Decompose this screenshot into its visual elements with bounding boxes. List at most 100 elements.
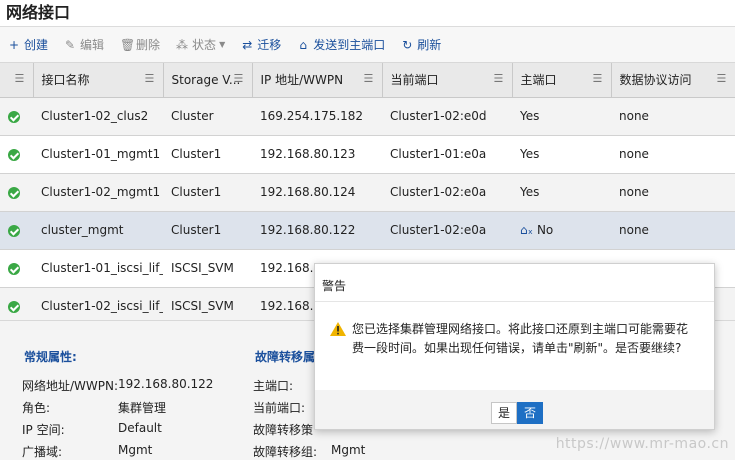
- dialog-body: 您已选择集群管理网络接口。将此接口还原到主端口可能需要花费一段时间。如果出现任何…: [315, 302, 714, 390]
- page-title: 网络接口: [6, 3, 71, 22]
- cell-svm: ISCSI_SVM: [163, 249, 252, 288]
- cell-home: Yes: [512, 97, 611, 136]
- filter-icon[interactable]: ☰: [145, 73, 157, 85]
- refresh-icon: ↻: [402, 37, 413, 52]
- table-row[interactable]: Cluster1-01_mgmt1 Cluster1 192.168.80.12…: [0, 135, 735, 174]
- warning-icon: [330, 322, 346, 336]
- refresh-button[interactable]: ↻ 刷新: [401, 36, 441, 53]
- cell-svm: Cluster1: [163, 135, 252, 174]
- refresh-label: 刷新: [417, 38, 442, 52]
- column-header-status[interactable]: ☰: [0, 63, 34, 98]
- dialog-footer: 是 否: [315, 390, 714, 429]
- status-dropdown[interactable]: ⁂ 状态 ▼: [176, 36, 225, 53]
- cell-port: Cluster1-02:e0a: [382, 173, 512, 212]
- filter-icon[interactable]: ☰: [364, 73, 376, 85]
- toolbar: + 创建 ✎ 编辑 🗑 删除 ⁂ 状态 ▼ ⇄ 迁移 ⌂ 发送到主端口 ↻ 刷新: [0, 27, 735, 63]
- status-ok-icon: [8, 300, 20, 313]
- filter-icon[interactable]: ☰: [234, 73, 246, 85]
- dialog-message: 您已选择集群管理网络接口。将此接口还原到主端口可能需要花费一段时间。如果出现任何…: [352, 322, 689, 355]
- create-button[interactable]: + 创建: [8, 36, 48, 53]
- ipspace-label: IP 空间:: [22, 423, 65, 437]
- table-row-selected[interactable]: cluster_mgmt Cluster1 192.168.80.122 Clu…: [0, 211, 735, 250]
- table-row[interactable]: Cluster1-02_mgmt1 Cluster1 192.168.80.12…: [0, 173, 735, 212]
- failover-policy-label: 故障转移策: [253, 423, 314, 437]
- cell-name: Cluster1-02_clus2: [33, 97, 163, 136]
- edit-button[interactable]: ✎ 编辑: [64, 36, 104, 53]
- broadcast-domain-value: Mgmt: [118, 443, 153, 457]
- migrate-icon: ⇄: [242, 37, 253, 52]
- create-label: 创建: [24, 38, 49, 52]
- delete-label: 删除: [136, 38, 161, 52]
- column-header-svm[interactable]: Storage V... ☰: [163, 63, 253, 98]
- ip-address-value: 192.168.80.122: [118, 377, 214, 391]
- send-home-button[interactable]: ⌂ 发送到主端口: [297, 36, 385, 53]
- ipspace-value: Default: [118, 421, 162, 435]
- table-row[interactable]: Cluster1-02_clus2 Cluster 169.254.175.18…: [0, 97, 735, 136]
- column-header-home-port[interactable]: 主端口 ☰: [512, 63, 612, 98]
- filter-icon[interactable]: ☰: [717, 73, 729, 85]
- general-properties-title: 常规属性:: [24, 350, 77, 364]
- cell-svm: Cluster: [163, 97, 252, 136]
- table-header-row: ☰ 接口名称 ☰ Storage V... ☰ IP 地址/WWPN ☰ 当前端口 ☰ …: [0, 63, 735, 98]
- warning-dialog: 警告 您已选择集群管理网络接口。将此接口还原到主端口可能需要花费一段时间。如果出…: [314, 263, 715, 430]
- filter-icon[interactable]: ☰: [593, 73, 605, 85]
- cell-home: ⌂ₓ No: [512, 211, 611, 250]
- filter-icon[interactable]: ☰: [494, 73, 506, 85]
- cell-svm: Cluster1: [163, 211, 252, 250]
- cell-name: Cluster1-01_mgmt1: [33, 135, 163, 174]
- cell-ip: 192.168.80.122: [252, 211, 382, 250]
- cell-protocol: none: [611, 173, 735, 212]
- send-home-label: 发送到主端口: [313, 38, 386, 52]
- cell-name: Cluster1-01_iscsi_lif_1: [33, 249, 163, 288]
- pencil-icon: ✎: [64, 37, 76, 52]
- status-ok-icon: [8, 186, 20, 199]
- cell-home: Yes: [512, 135, 611, 174]
- watermark: https://www.mr-mao.cn: [555, 436, 729, 452]
- status-ok-icon: [8, 224, 20, 237]
- status-ok-icon: [8, 262, 20, 275]
- cell-ip: 192.168.80.123: [252, 135, 382, 174]
- yes-button[interactable]: 是: [491, 402, 517, 424]
- column-header-protocol[interactable]: 数据协议访问 ☰: [611, 63, 735, 98]
- current-port-label: 当前端口:: [253, 401, 306, 415]
- edit-label: 编辑: [80, 38, 105, 52]
- failover-group-label: 故障转移组:: [253, 445, 318, 459]
- cell-svm: Cluster1: [163, 173, 252, 212]
- cell-home: Yes: [512, 173, 611, 212]
- migrate-button[interactable]: ⇄ 迁移: [241, 36, 281, 53]
- migrate-label: 迁移: [257, 38, 282, 52]
- status-label: 状态: [192, 38, 217, 52]
- title-bar: 网络接口: [0, 0, 735, 27]
- plus-icon: +: [8, 37, 20, 52]
- cell-ip: 169.254.175.182: [252, 97, 382, 136]
- failover-properties-title: 故障转移属: [255, 350, 316, 364]
- chevron-down-icon: ▼: [219, 40, 226, 49]
- status-ok-icon: [8, 110, 20, 123]
- column-header-name[interactable]: 接口名称 ☰: [33, 63, 164, 98]
- trash-icon: 🗑: [120, 37, 136, 52]
- cell-name: Cluster1-02_mgmt1: [33, 173, 163, 212]
- failover-group-value: Mgmt: [331, 443, 366, 457]
- column-header-current-port[interactable]: 当前端口 ☰: [382, 63, 513, 98]
- cell-ip: 192.168.80.124: [252, 173, 382, 212]
- no-button[interactable]: 否: [517, 402, 543, 424]
- home-port-label: 主端口:: [253, 379, 294, 393]
- cell-protocol: none: [611, 97, 735, 136]
- role-value: 集群管理: [118, 401, 167, 415]
- delete-button[interactable]: 🗑 删除: [120, 36, 160, 53]
- cell-port: Cluster1-01:e0a: [382, 135, 512, 174]
- broadcast-domain-label: 广播域:: [22, 445, 63, 459]
- dialog-title: 警告: [315, 264, 714, 302]
- role-label: 角色:: [22, 401, 51, 415]
- home-not-home-icon: ⌂ₓ: [520, 223, 533, 237]
- home-icon: ⌂: [299, 37, 308, 52]
- cell-protocol: none: [611, 211, 735, 250]
- status-icon: ⁂: [176, 37, 189, 52]
- ip-address-label: 网络地址/WWPN:: [22, 379, 119, 393]
- status-ok-icon: [8, 148, 20, 161]
- cell-name: cluster_mgmt: [33, 211, 163, 250]
- filter-icon[interactable]: ☰: [15, 73, 27, 85]
- cell-port: Cluster1-02:e0d: [382, 97, 512, 136]
- column-header-ip[interactable]: IP 地址/WWPN ☰: [252, 63, 383, 98]
- cell-port: Cluster1-02:e0a: [382, 211, 512, 250]
